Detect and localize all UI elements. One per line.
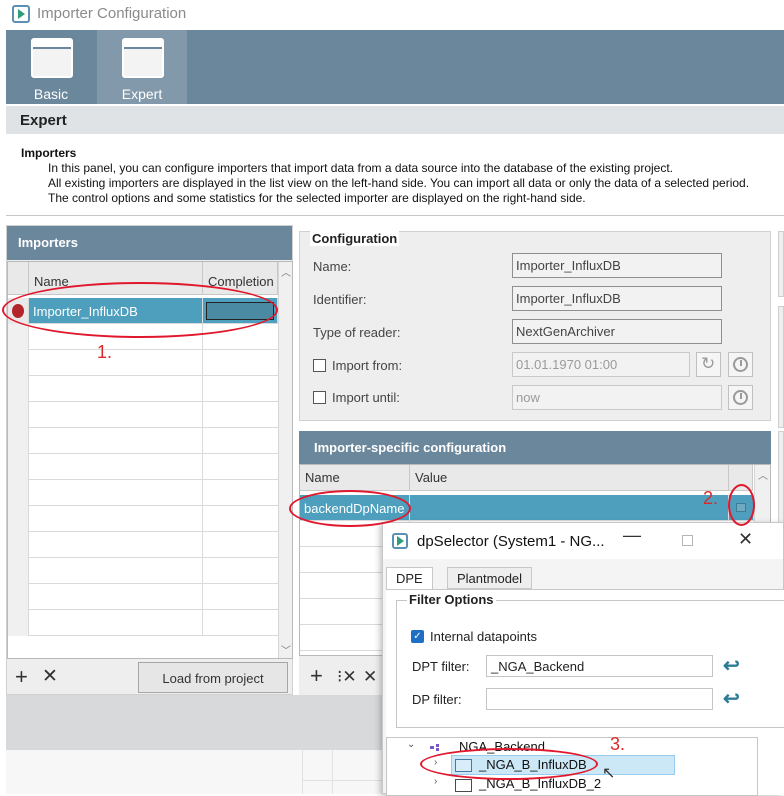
clock-icon	[733, 357, 748, 372]
filter-options-title: Filter Options	[407, 592, 496, 607]
table-row	[8, 558, 278, 584]
ribbon: Basic Expert	[6, 30, 784, 104]
name-column-header[interactable]: Name	[300, 465, 410, 491]
table-row	[8, 584, 278, 610]
annotation-ellipse-1	[2, 282, 278, 338]
dpt-filter-label: DPT filter:	[412, 659, 470, 674]
tab-plantmodel[interactable]: Plantmodel	[447, 567, 533, 589]
table-row	[8, 454, 278, 480]
minimize-icon[interactable]: —	[623, 525, 641, 546]
identifier-label: Identifier:	[313, 292, 367, 307]
name-label: Name:	[313, 259, 352, 274]
from-clock-button[interactable]	[728, 352, 753, 377]
table-row	[8, 532, 278, 558]
scroll-down-icon[interactable]: ﹀	[281, 642, 291, 657]
folder-icon	[455, 779, 472, 792]
annotation-number-1: 1.	[97, 342, 113, 362]
filter-options-group: Filter Options ✓ Internal datapoints DPT…	[396, 592, 784, 728]
collapse-chevron-icon[interactable]: ⌄	[407, 739, 415, 750]
datapoint-type-icon	[430, 744, 444, 751]
reader-type-field[interactable]: NextGenArchiver	[512, 319, 722, 344]
dpt-filter-input[interactable]: _NGA_Backend	[486, 655, 713, 677]
param-value-cell[interactable]	[410, 495, 729, 521]
import-from-label: Import from:	[332, 358, 403, 373]
annotation-number-3: 3.	[610, 734, 626, 754]
refresh-button[interactable]: ↻	[696, 352, 721, 377]
annotation-ellipse-3	[728, 484, 755, 526]
value-column-header[interactable]: Value	[410, 465, 729, 491]
intro-line: In this panel, you can configure importe…	[48, 161, 674, 175]
identifier-field[interactable]: Importer_InfluxDB	[512, 286, 722, 311]
scroll-up-icon[interactable]: ︿	[281, 264, 291, 279]
add-icon[interactable]: +	[15, 666, 28, 688]
table-row	[8, 428, 278, 454]
window-icon	[31, 38, 73, 78]
stats-panel-edge	[778, 231, 784, 297]
delete-icon[interactable]: ✕	[363, 667, 377, 687]
table-row	[8, 480, 278, 506]
import-until-label: Import until:	[332, 390, 400, 405]
control-panel-edge	[778, 306, 784, 428]
configuration-title: Configuration	[310, 231, 400, 246]
dialog-title-bar: dpSelector (System1 - NG... — ✕	[383, 523, 783, 559]
window-icon	[122, 38, 164, 78]
specific-config-title: Importer-specific configuration	[299, 431, 771, 464]
row-header-column	[8, 262, 29, 295]
table-row	[8, 350, 278, 376]
dialog-title: dpSelector (System1 - NG...	[417, 533, 605, 550]
reader-type-label: Type of reader:	[313, 325, 401, 340]
window-title: Importer Configuration	[37, 5, 187, 22]
import-from-field[interactable]: 01.01.1970 01:00	[512, 352, 690, 377]
dp-filter-input[interactable]	[486, 688, 713, 710]
import-until-checkbox[interactable]	[313, 391, 326, 404]
scroll-up-icon[interactable]: ︿	[758, 467, 768, 482]
refresh-icon: ↻	[701, 354, 716, 373]
name-field[interactable]: Importer_InfluxDB	[512, 253, 722, 278]
annotation-ellipse-2	[289, 490, 411, 527]
apply-dp-filter-icon[interactable]: ↩	[723, 686, 740, 711]
title-bar: Importer Configuration	[0, 0, 784, 30]
load-from-project-button[interactable]: Load from project	[138, 662, 288, 693]
expert-label: Expert	[121, 86, 163, 102]
section-header: Expert	[6, 106, 784, 134]
until-clock-button[interactable]	[728, 385, 753, 410]
internal-datapoints-checkbox[interactable]: ✓	[411, 630, 424, 643]
intro-heading: Importers	[21, 146, 77, 160]
basic-mode-button[interactable]: Basic	[6, 30, 96, 104]
annotation-number-2: 2.	[703, 488, 719, 508]
intro-line: All existing importers are displayed in …	[48, 176, 750, 190]
expand-chevron-icon[interactable]: ›	[434, 776, 437, 787]
app-icon	[12, 5, 30, 23]
dp-filter-label: DP filter:	[412, 692, 462, 707]
table-row	[8, 402, 278, 428]
intro-text: Importers In this panel, you can configu…	[21, 146, 784, 206]
maximize-icon[interactable]	[682, 535, 693, 546]
background-area	[6, 750, 382, 794]
section-title: Expert	[20, 112, 67, 129]
extra-panel-edge	[778, 431, 784, 526]
apply-dpt-filter-icon[interactable]: ↩	[723, 653, 740, 678]
intro-line: The control options and some statistics …	[48, 191, 586, 205]
add-icon[interactable]: +	[310, 665, 323, 687]
app-icon	[392, 533, 408, 549]
delete-selected-icon[interactable]: ⁝✕	[337, 667, 357, 687]
clock-icon	[733, 390, 748, 405]
delete-icon[interactable]: ✕	[42, 667, 58, 687]
annotation-ellipse-4	[420, 748, 598, 780]
import-from-checkbox[interactable]	[313, 359, 326, 372]
table-row	[8, 506, 278, 532]
basic-label: Basic	[33, 86, 69, 102]
table-row	[8, 610, 278, 636]
table-row	[8, 376, 278, 402]
expert-mode-button[interactable]: Expert	[97, 30, 187, 104]
close-icon[interactable]: ✕	[738, 529, 753, 550]
mouse-cursor-icon: ↖	[602, 765, 616, 782]
configuration-group: Configuration Name: Importer_InfluxDB Id…	[299, 231, 771, 421]
vertical-scrollbar[interactable]: ︿ ﹀	[278, 262, 292, 658]
import-until-field[interactable]: now	[512, 385, 722, 410]
internal-datapoints-label: Internal datapoints	[430, 629, 537, 644]
importers-panel-title: Importers	[7, 226, 292, 260]
tab-dpe[interactable]: DPE	[386, 567, 433, 590]
divider	[6, 215, 784, 216]
